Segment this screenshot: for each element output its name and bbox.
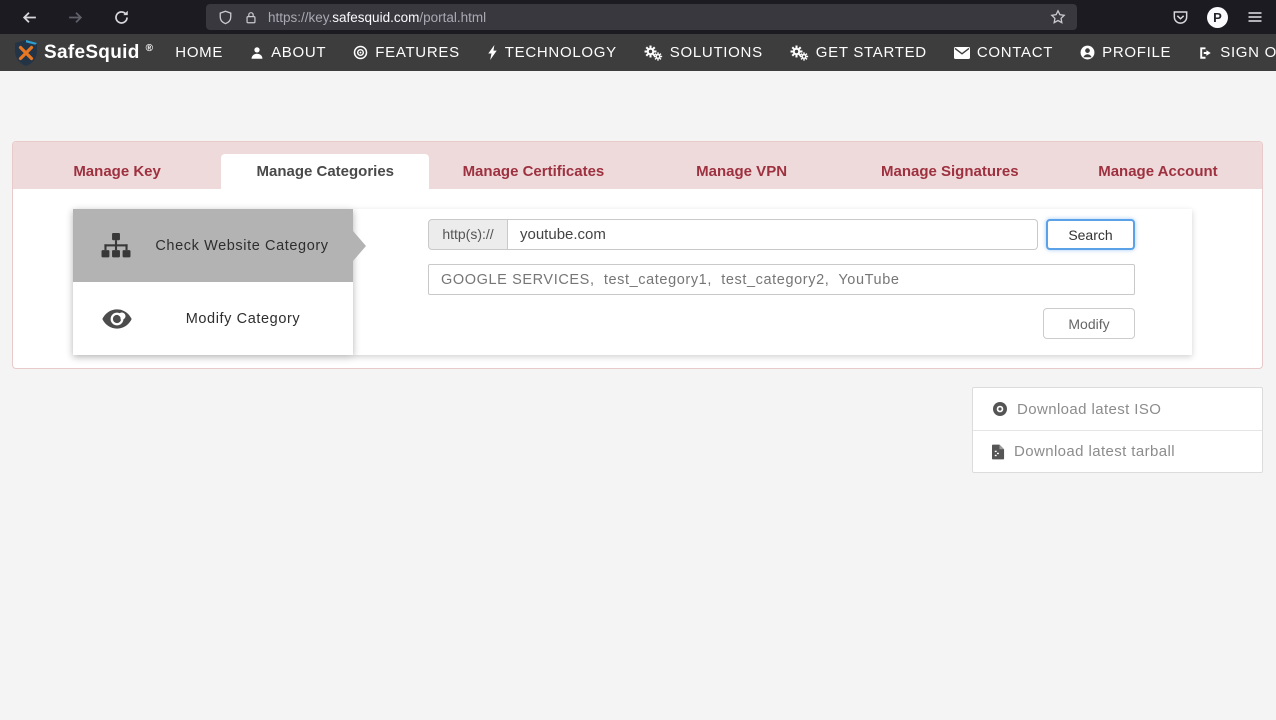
url-bar[interactable]: https://key.safesquid.com/portal.html [206,4,1077,30]
envelope-icon [953,46,970,59]
portal-card: Manage Key Manage Categories Manage Cert… [12,141,1263,369]
nav-get-started[interactable]: GET STARTED [790,44,927,61]
nav-contact[interactable]: CONTACT [953,44,1053,61]
downloads-panel: Download latest ISO Download latest tarb… [972,387,1263,473]
browser-window: https://key.safesquid.com/portal.html P … [0,0,1276,720]
check-category-panel: http(s):// Search Modify [353,209,1192,355]
pocket-icon[interactable] [1171,8,1189,26]
download-tarball-link[interactable]: Download latest tarball [973,430,1262,472]
lock-icon[interactable] [242,8,260,26]
protocol-prefix: http(s):// [428,219,508,250]
person-circle-icon [1080,45,1095,60]
menu-hamburger-icon[interactable] [1246,8,1264,26]
tab-content: Check Website Category Modify Category h… [13,189,1262,368]
registered-mark: ® [145,43,154,54]
nav-profile[interactable]: PROFILE [1080,44,1171,61]
nav-home[interactable]: HOME [175,44,223,61]
modify-button[interactable]: Modify [1043,308,1135,339]
bookmark-star-icon[interactable] [1049,8,1067,26]
download-iso-label: Download latest ISO [1017,400,1162,418]
tab-manage-key[interactable]: Manage Key [13,154,221,189]
category-result-input[interactable] [428,264,1135,295]
reload-icon[interactable] [112,8,130,26]
safesquid-shield-icon [14,39,38,66]
download-tarball-label: Download latest tarball [1014,443,1175,460]
browser-toolbar: https://key.safesquid.com/portal.html P [0,0,1276,34]
eye-icon [101,308,133,330]
nav-features[interactable]: FEATURES [353,44,460,61]
active-item-arrow [353,230,366,261]
tab-manage-vpn[interactable]: Manage VPN [638,154,846,189]
gears-icon [790,45,809,61]
bolt-icon [487,45,498,60]
url-text: https://key.safesquid.com/portal.html [268,10,486,25]
safesquid-logo[interactable]: SafeSquid ® [14,39,154,66]
search-button[interactable]: Search [1046,219,1135,250]
nav-about[interactable]: ABOUT [250,44,326,61]
sidebar-item-label: Check Website Category [155,237,329,254]
tab-manage-categories[interactable]: Manage Categories [221,154,430,189]
sitemap-icon [101,233,131,258]
url-scheme: https://key. [268,9,333,25]
gears-icon [644,45,663,61]
tab-bar: Manage Key Manage Categories Manage Cert… [13,142,1262,189]
sidebar-item-label: Modify Category [185,310,301,327]
download-iso-link[interactable]: Download latest ISO [973,388,1262,430]
nav-technology[interactable]: TECHNOLOGY [487,44,617,61]
sidebar-item-modify-category[interactable]: Modify Category [73,282,353,355]
sign-out-icon [1198,46,1213,60]
url-domain: safesquid.com [332,9,420,25]
browser-nav-buttons [20,8,130,26]
category-sidebar: Check Website Category Modify Category [73,209,366,355]
file-archive-icon [992,444,1005,460]
nav-solutions[interactable]: SOLUTIONS [644,44,763,61]
tab-manage-account[interactable]: Manage Account [1054,154,1262,189]
website-input-group: http(s):// [428,219,1038,250]
url-path: /portal.html [419,9,487,25]
tracking-shield-icon[interactable] [216,8,234,26]
tab-manage-signatures[interactable]: Manage Signatures [846,154,1054,189]
site-navbar: SafeSquid ® HOME ABOUT FEATURES TECHNOLOG… [0,34,1276,71]
tab-manage-certificates[interactable]: Manage Certificates [429,154,637,189]
nav-sign-out[interactable]: SIGN OUT [1198,44,1276,61]
main-navigation: HOME ABOUT FEATURES TECHNOLOGY SOLUTIONS… [175,44,1276,61]
sidebar-item-check-website-category[interactable]: Check Website Category [73,209,366,282]
extension-p-icon[interactable]: P [1207,6,1228,28]
target-icon [353,45,368,60]
person-icon [250,46,264,60]
browser-toolbar-right: P [1171,6,1264,28]
disc-icon [992,401,1008,417]
back-icon[interactable] [20,8,38,26]
brand-name: SafeSquid [44,41,140,63]
forward-icon[interactable] [66,8,84,26]
website-url-input[interactable] [508,219,1038,250]
